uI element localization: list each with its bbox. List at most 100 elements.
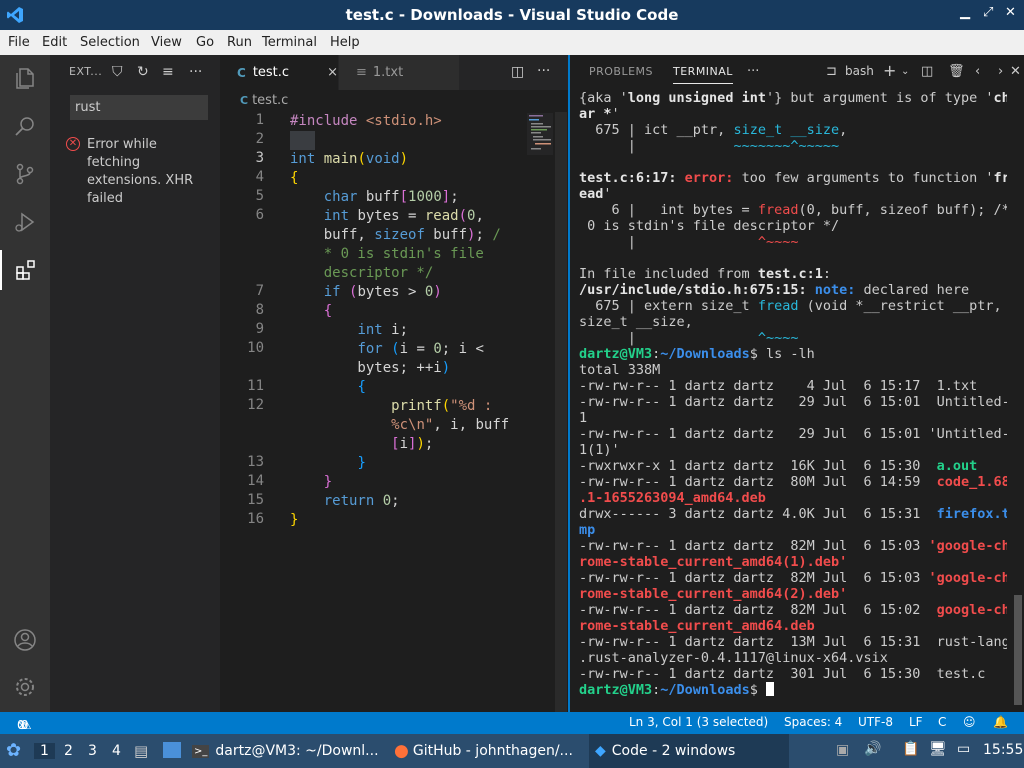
code-line[interactable]: int bytes = read(0, [290, 207, 484, 226]
code-line[interactable]: #include <stdio.h> [290, 112, 442, 131]
task-code[interactable]: ◆ Code - 2 windows [589, 734, 789, 768]
clipboard-icon[interactable]: 📋 [902, 741, 919, 757]
extension-search-input[interactable] [70, 95, 208, 120]
code-line[interactable]: %c\n", i, buff [290, 416, 509, 435]
workspace-3[interactable]: 3 [88, 743, 97, 759]
account-icon[interactable] [0, 620, 50, 660]
terminal-output[interactable]: {aka 'long unsigned int'} but argument i… [579, 90, 1007, 698]
search-icon[interactable] [0, 106, 50, 146]
code-line[interactable]: bytes; ++i) [290, 359, 450, 378]
extensions-icon[interactable] [0, 250, 50, 290]
close-panel-icon[interactable]: ✕ [1010, 64, 1021, 79]
line-number: 9 [255, 321, 264, 337]
code-line[interactable]: for (i = 0; i < [290, 340, 483, 359]
show-desktop-icon[interactable] [163, 742, 181, 758]
code-line[interactable]: int i; [290, 321, 408, 340]
close-tab-icon[interactable]: × [327, 65, 338, 80]
start-menu-icon[interactable]: ✿ [6, 740, 21, 761]
workspace-1[interactable]: 1 [34, 743, 55, 759]
explorer-icon[interactable] [0, 58, 50, 98]
filter-icon[interactable]: ⛉ [112, 64, 123, 80]
code-line[interactable]: if (bytes > 0) [290, 283, 442, 302]
cursor-position[interactable]: Ln 3, Col 1 (3 selected) [629, 715, 768, 729]
code-line[interactable]: { [290, 302, 332, 321]
code-line[interactable]: buff, sizeof buff); / [290, 226, 501, 245]
menu-help[interactable]: Help [330, 35, 360, 50]
clock[interactable]: 15:55 [983, 742, 1023, 758]
run-debug-icon[interactable] [0, 202, 50, 242]
tab-problems[interactable]: PROBLEMS [589, 65, 653, 78]
line-number: 15 [247, 492, 264, 508]
terminal-line: | ~~~~~~~^~~~~~ [579, 138, 840, 154]
text-file-icon: ≡ [356, 65, 367, 80]
indentation[interactable]: Spaces: 4 [784, 715, 842, 729]
task-firefox[interactable]: ● GitHub - johnthagen/... [394, 734, 584, 768]
code-line[interactable]: } [290, 473, 332, 492]
refresh-icon[interactable]: ↻ [137, 64, 149, 80]
menu-run[interactable]: Run [227, 35, 252, 50]
code-line[interactable]: } [290, 511, 298, 530]
minimap[interactable] [527, 113, 553, 155]
code-line[interactable]: descriptor */ [290, 264, 434, 283]
previous-panel-icon[interactable]: ‹ [975, 64, 980, 79]
breadcrumb-item[interactable]: test.c [252, 93, 288, 108]
code-line[interactable]: { [290, 169, 298, 188]
code-line[interactable]: char buff[1000]; [290, 188, 459, 207]
menu-edit[interactable]: Edit [42, 35, 67, 50]
source-control-icon[interactable] [0, 154, 50, 194]
terminal-shell-name[interactable]: bash [845, 64, 874, 78]
editor-scrollbar[interactable] [555, 112, 567, 712]
editor-more-actions-icon[interactable]: ··· [537, 63, 550, 79]
code-line[interactable]: { [290, 378, 365, 397]
panel-more-icon[interactable]: ··· [747, 64, 759, 79]
split-terminal-icon[interactable]: ◫ [921, 64, 933, 79]
new-terminal-icon[interactable]: + [883, 61, 896, 80]
code-line[interactable]: printf("%d : [290, 397, 492, 416]
feedback-icon[interactable]: ☺ [963, 715, 976, 729]
activity-bar [0, 55, 50, 712]
tab-1-txt[interactable]: ≡ 1.txt [339, 55, 459, 90]
code-line[interactable]: * 0 is stdin's file [290, 245, 484, 264]
close-window-button[interactable]: ✕ [1005, 5, 1016, 20]
tab-terminal[interactable]: TERMINAL [673, 65, 733, 84]
more-actions-icon[interactable]: ··· [189, 64, 202, 80]
menu-view[interactable]: View [151, 35, 182, 50]
clear-list-icon[interactable]: ≡ [162, 64, 174, 80]
kill-terminal-icon[interactable]: 🗑 [948, 64, 965, 79]
menu-terminal[interactable]: Terminal [262, 35, 317, 50]
terminal-shell-icon: ⊐ [826, 64, 837, 79]
menu-selection[interactable]: Selection [80, 35, 140, 50]
menu-file[interactable]: File [8, 35, 30, 50]
file-manager-icon[interactable]: ▤ [134, 742, 148, 760]
network-icon[interactable]: 🖥 [929, 741, 947, 757]
settings-gear-icon[interactable] [0, 667, 50, 707]
menu-go[interactable]: Go [196, 35, 214, 50]
workspace-2[interactable]: 2 [64, 743, 73, 759]
c-file-icon: C [237, 65, 246, 80]
problems-status[interactable]: ⊗ 0 ⚠ 0 [17, 715, 32, 732]
workspace-4[interactable]: 4 [112, 743, 121, 759]
breadcrumb[interactable]: Ctest.c [240, 93, 288, 108]
code-line[interactable]: return 0; [290, 492, 400, 511]
tray-app-icon[interactable]: ▣ [836, 742, 849, 758]
terminal-line: total 338M [579, 362, 661, 378]
window-titlebar: test.c - Downloads - Visual Studio Code … [0, 0, 1024, 30]
minimize-button[interactable]: ▁ [960, 5, 970, 20]
split-editor-icon[interactable]: ◫ [511, 64, 524, 80]
notifications-bell-icon[interactable]: 🔔 [993, 715, 1008, 729]
next-panel-icon[interactable]: › [998, 64, 1003, 79]
line-ending[interactable]: LF [909, 715, 923, 729]
language-mode[interactable]: C [938, 715, 946, 729]
terminal-dropdown-icon[interactable]: ⌄ [901, 66, 909, 77]
task-terminal[interactable]: >_ dartz@VM3: ~/Downl... [192, 734, 384, 768]
volume-icon[interactable]: 🔊 [864, 741, 881, 757]
maximize-button[interactable]: ⤢ [983, 5, 993, 20]
extensions-sidebar: EXT... ⛉ ↻ ≡ ··· ✕ Error while fetching … [50, 55, 220, 712]
code-line[interactable]: [i]); [290, 435, 433, 454]
code-line[interactable]: } [290, 454, 365, 473]
tab-test-c[interactable]: C test.c × [220, 55, 338, 90]
battery-icon[interactable]: ▭ [957, 741, 970, 757]
terminal-scrollbar[interactable] [1014, 595, 1022, 705]
encoding[interactable]: UTF-8 [858, 715, 893, 729]
code-line[interactable]: int main(void) [290, 150, 408, 169]
